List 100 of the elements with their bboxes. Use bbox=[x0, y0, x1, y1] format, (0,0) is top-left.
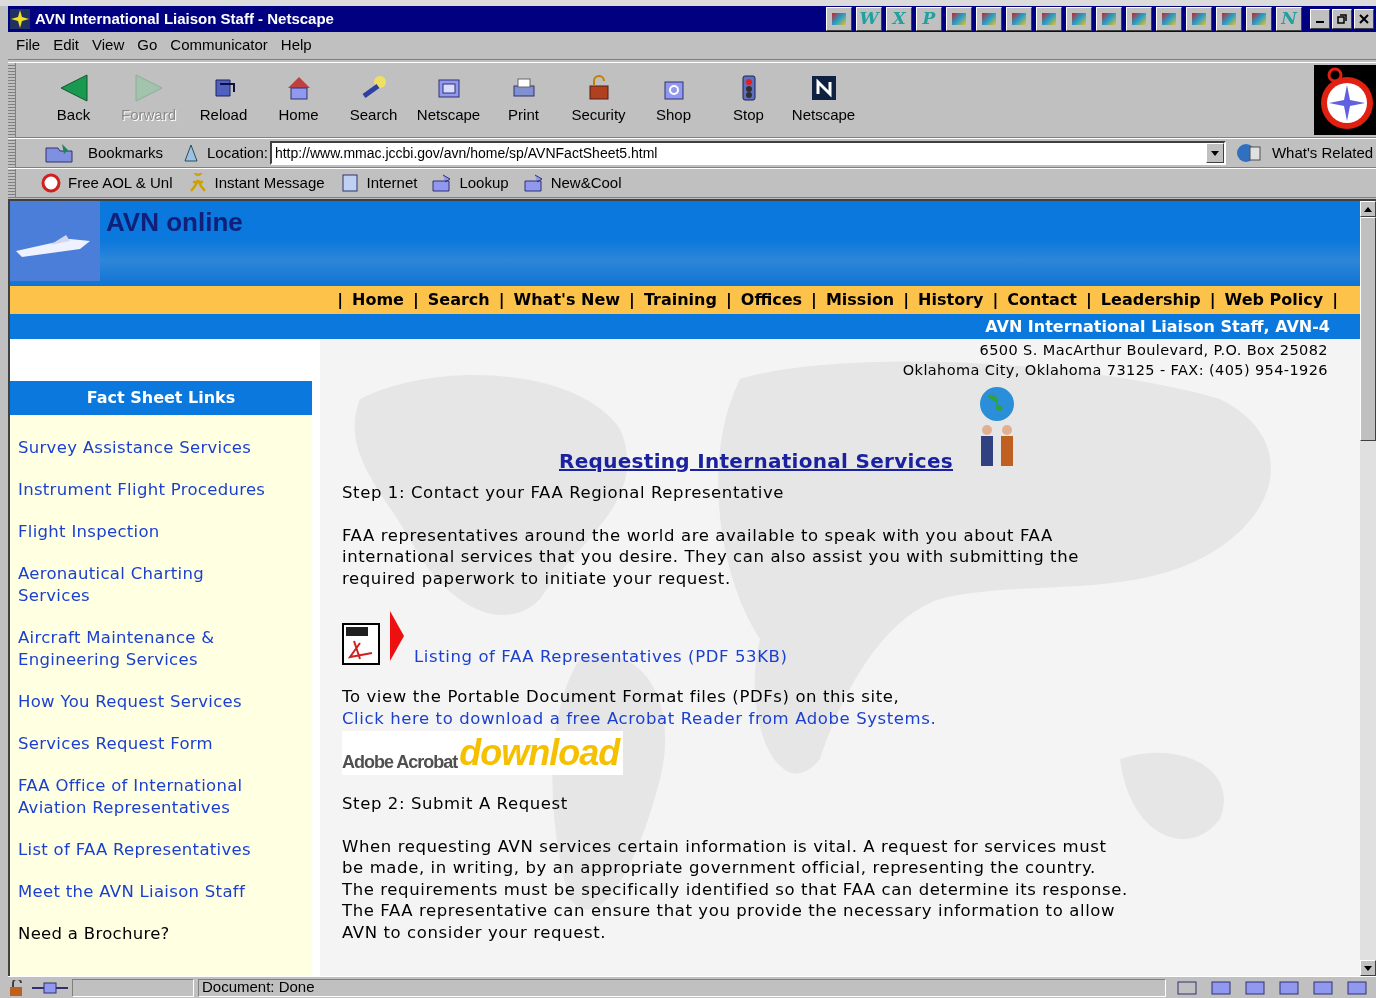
bookmark-link[interactable]: New&Cool bbox=[522, 171, 622, 195]
app-launcher-icon[interactable] bbox=[946, 7, 972, 31]
nav-separator: | bbox=[1332, 289, 1338, 311]
app-launcher-icon[interactable] bbox=[1096, 7, 1122, 31]
scroll-up-button[interactable] bbox=[1360, 201, 1376, 217]
nav-link[interactable]: Web Policy bbox=[1224, 288, 1324, 312]
menu-item[interactable]: Communicator bbox=[170, 34, 268, 57]
toolbar-button[interactable]: Stop bbox=[711, 73, 786, 127]
page-heading-link[interactable]: Requesting International Services bbox=[559, 446, 953, 476]
step-heading: Step 1: Contact your FAA Regional Representative bbox=[342, 482, 786, 504]
toolbar-button[interactable]: Security bbox=[561, 73, 636, 127]
toolbar-button[interactable]: Reload bbox=[186, 73, 261, 127]
bookmark-link[interactable]: Instant Message bbox=[186, 171, 325, 195]
app-launcher-icon[interactable] bbox=[1126, 7, 1152, 31]
nav-separator: | bbox=[1086, 289, 1092, 311]
app-launcher-icon[interactable] bbox=[1156, 7, 1182, 31]
toolbar-button[interactable]: Back bbox=[36, 73, 111, 127]
url-field[interactable]: http://www.mmac.jccbi.gov/avn/home/sp/AVNFactSheet5.html bbox=[269, 141, 1226, 165]
toolbar-button[interactable]: Print bbox=[486, 73, 561, 127]
step-heading: Step 2: Submit A Request bbox=[342, 793, 569, 815]
nav-separator: | bbox=[498, 289, 505, 311]
sidebar-link[interactable]: List of FAA Representatives bbox=[18, 839, 268, 861]
minimize-button[interactable] bbox=[1310, 9, 1330, 29]
sidebar-link[interactable]: Aircraft Maintenance & Engineering Services bbox=[18, 627, 268, 671]
app-launcher-icon[interactable] bbox=[976, 7, 1002, 31]
nav-link[interactable]: History bbox=[918, 288, 984, 312]
pdf-file-icon bbox=[342, 623, 380, 665]
app-launcher-icon[interactable] bbox=[1066, 7, 1092, 31]
pdf-link[interactable]: Listing of FAA Representatives (PDF 53KB) bbox=[414, 645, 788, 667]
menu-item[interactable]: Go bbox=[137, 34, 158, 57]
scroll-down-button[interactable] bbox=[1360, 960, 1376, 976]
toolbar-grip[interactable] bbox=[8, 169, 16, 197]
nav-link[interactable]: Contact bbox=[1007, 288, 1077, 312]
nav-separator: | bbox=[412, 289, 419, 311]
close-button[interactable] bbox=[1354, 9, 1374, 29]
compass-logo-icon[interactable] bbox=[1314, 65, 1376, 135]
menu-item[interactable]: File bbox=[16, 34, 41, 57]
sidebar-title: Fact Sheet Links bbox=[86, 387, 236, 409]
app-launcher-icon[interactable] bbox=[1186, 7, 1212, 31]
toolbar-grip[interactable] bbox=[8, 63, 16, 137]
folder-icon bbox=[522, 173, 545, 193]
menu-item[interactable]: Edit bbox=[53, 34, 80, 57]
sidebar-link[interactable]: Instrument Flight Procedures bbox=[18, 479, 268, 501]
toolbar-button[interactable]: Home bbox=[261, 73, 336, 127]
app-launcher-icon[interactable] bbox=[826, 7, 852, 31]
vertical-scrollbar[interactable] bbox=[1360, 201, 1376, 976]
nav-link[interactable]: Training bbox=[643, 288, 717, 312]
status-text: Document: Done bbox=[202, 977, 315, 998]
badge-action-text: download bbox=[459, 731, 620, 775]
toolbar-grip[interactable] bbox=[8, 139, 16, 167]
app-launcher-icon[interactable] bbox=[1216, 7, 1242, 31]
bookmarks-button[interactable]: Bookmarks bbox=[88, 141, 164, 165]
nav-link[interactable]: Leadership bbox=[1100, 288, 1201, 312]
sidebar-link[interactable]: Survey Assistance Services bbox=[18, 437, 268, 459]
nav-link[interactable]: Search bbox=[427, 288, 490, 312]
restore-button[interactable] bbox=[1332, 9, 1352, 29]
sidebar-link[interactable]: Aeronautical Charting Services bbox=[18, 563, 268, 607]
sidebar-text: Need a Brochure? bbox=[18, 923, 171, 945]
close-icon bbox=[1359, 14, 1369, 24]
scroll-thumb[interactable] bbox=[1360, 217, 1376, 441]
whats-related-button[interactable]: What's Related bbox=[1271, 141, 1374, 165]
dropdown-button[interactable] bbox=[1205, 143, 1224, 163]
sidebar-link[interactable]: FAA Office of International Aviation Representatives bbox=[18, 775, 268, 819]
restore-icon bbox=[1337, 14, 1347, 24]
paragraph: To view the Portable Document Format files (PDFs) on this site, Click here to download a free Acrobat Reader from Adobe Systems. bbox=[342, 686, 938, 729]
app-launcher-icon[interactable] bbox=[1006, 7, 1032, 31]
minimize-icon bbox=[1316, 21, 1324, 23]
app-launcher-icon[interactable] bbox=[1036, 7, 1062, 31]
nav-separator: | bbox=[725, 289, 732, 311]
menu-item[interactable]: Help bbox=[280, 34, 312, 57]
bookmark-link[interactable]: Free AOL & Unl bbox=[40, 171, 173, 195]
down-caret-icon bbox=[1364, 965, 1372, 971]
site-title: AVN online bbox=[106, 206, 243, 239]
nav-link[interactable]: What's New bbox=[513, 288, 621, 312]
menu-item[interactable]: View bbox=[92, 34, 125, 57]
toolbar-button[interactable]: Shop bbox=[636, 73, 711, 127]
toolbar-button[interactable]: Netscape bbox=[786, 73, 861, 127]
sidebar-link[interactable]: Flight Inspection bbox=[18, 521, 268, 543]
up-caret-icon bbox=[1364, 206, 1372, 212]
netscape-logo-icon bbox=[809, 73, 838, 102]
acrobat-download-link[interactable]: Click here to download a free Acrobat Reader from Adobe Systems. bbox=[342, 708, 937, 728]
badge-brand-text: Adobe Acrobat bbox=[342, 751, 458, 773]
nav-link[interactable]: Mission bbox=[825, 288, 895, 312]
office-name: AVN International Liaison Staff, AVN-4 bbox=[985, 315, 1330, 338]
bookmark-link[interactable]: Lookup bbox=[431, 171, 509, 195]
nav-link[interactable]: Home bbox=[352, 288, 404, 312]
sidebar-link[interactable]: Services Request Form bbox=[18, 733, 268, 755]
sidebar-link[interactable]: Meet the AVN Liaison Staff bbox=[18, 881, 268, 903]
bookmark-link[interactable]: Internet bbox=[338, 171, 418, 195]
nav-link[interactable]: Offices bbox=[740, 288, 803, 312]
paragraph: When requesting AVN services certain information is vital. A request for services must be made, in writing, by an appropriate government official, representing the country. The requirements must be specifically identified so that FAA can determine its response. The FAA representative can ensure that you provide the necessary information to allow AVN to consider your request. bbox=[342, 835, 1129, 943]
aol-logo-icon bbox=[40, 173, 62, 193]
nav-separator: | bbox=[1209, 289, 1216, 311]
back-arrow-icon bbox=[59, 73, 88, 102]
triangle-pointer-icon bbox=[390, 611, 404, 661]
toolbar-button[interactable]: Netscape bbox=[411, 73, 486, 127]
app-launcher-icon[interactable] bbox=[1246, 7, 1272, 31]
acrobat-download-badge[interactable]: Adobe Acrobatdownload bbox=[342, 731, 624, 775]
sidebar-link[interactable]: How You Request Services bbox=[18, 691, 268, 713]
toolbar-button[interactable]: Search bbox=[336, 73, 411, 127]
